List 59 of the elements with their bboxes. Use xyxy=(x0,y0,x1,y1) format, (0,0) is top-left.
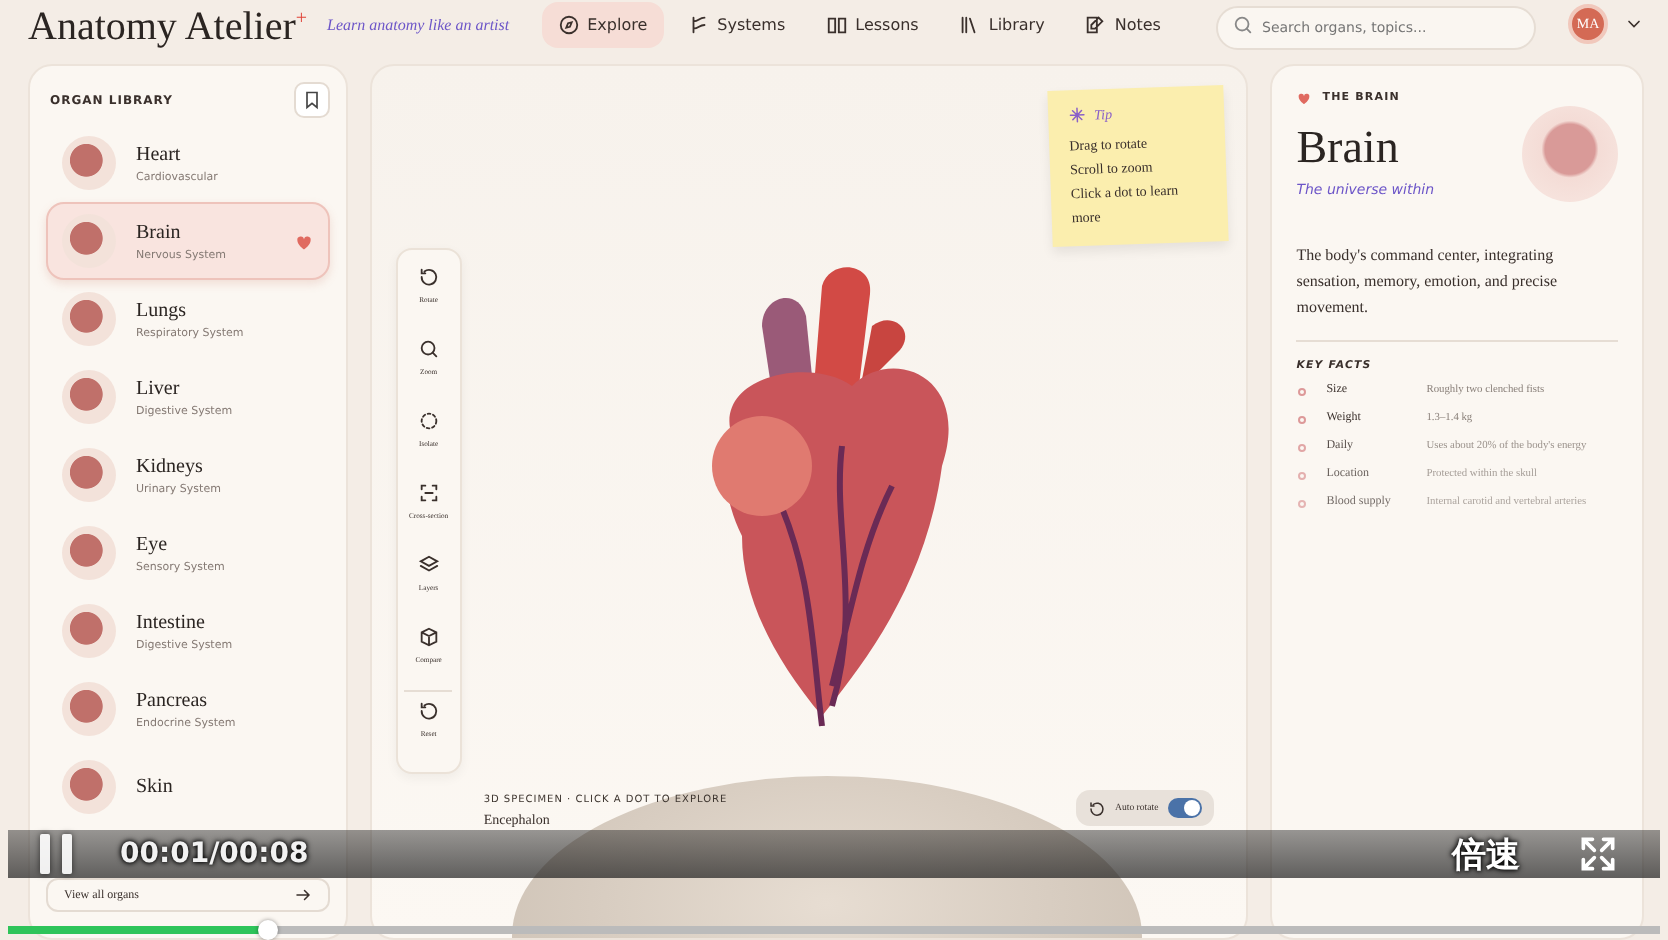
search-icon xyxy=(417,338,440,360)
search-icon xyxy=(1232,14,1254,36)
organ-name: Intestine xyxy=(136,611,207,633)
organ-thumbnail xyxy=(62,448,116,502)
nav-tab[interactable]: Explore xyxy=(541,1,664,47)
nav-tab[interactable]: Library xyxy=(942,1,1061,47)
tagline: Learn anatomy like an artist xyxy=(327,15,510,33)
rotate-icon xyxy=(417,700,440,722)
playback-time: 00:01/00:08 xyxy=(120,838,309,870)
organ-thumbnail xyxy=(62,292,116,346)
books-icon xyxy=(958,13,981,35)
organ-item[interactable]: Skin xyxy=(46,748,330,826)
bullet-icon xyxy=(1298,388,1307,396)
progress-track[interactable] xyxy=(8,920,1660,940)
toggle-switch[interactable] xyxy=(1168,798,1203,818)
rotate-icon xyxy=(417,266,440,288)
fullscreen-icon xyxy=(1576,832,1620,876)
note-icon xyxy=(1084,13,1107,35)
heart-icon xyxy=(293,231,314,251)
organ-name: Liver xyxy=(136,377,182,399)
bullet-icon xyxy=(1298,444,1307,452)
nav-tab[interactable]: Lessons xyxy=(809,1,935,47)
bookmark-icon xyxy=(301,90,322,110)
organ-name: Kidneys xyxy=(136,455,205,477)
organ-name: Pancreas xyxy=(136,689,210,711)
nav-tab[interactable]: Notes xyxy=(1068,1,1177,47)
nav-tab[interactable]: Systems xyxy=(671,1,802,47)
arrow-right-icon xyxy=(293,886,312,904)
organ-name: Lungs xyxy=(136,299,188,321)
book-icon xyxy=(825,13,848,35)
rotate-icon xyxy=(1087,799,1105,817)
organ-thumbnail xyxy=(62,604,116,658)
heart-icon xyxy=(1296,90,1313,106)
speed-button[interactable]: 倍速 xyxy=(1452,831,1520,877)
dashed-circle-icon xyxy=(417,410,440,432)
organ-name: Skin xyxy=(136,776,175,798)
bookmark-button[interactable] xyxy=(293,82,330,118)
bullet-icon xyxy=(1298,500,1307,508)
organ-description: The body's command center, integrating sensation, memory, emotion, and precise movement. xyxy=(1296,244,1560,320)
layers-icon xyxy=(417,554,440,576)
compass-icon xyxy=(557,13,580,35)
organ-thumbnail xyxy=(62,760,116,814)
organ-thumbnail xyxy=(62,370,116,424)
organ-name: Heart xyxy=(136,143,183,165)
brain-illustration xyxy=(1522,106,1618,202)
organ-thumbnail xyxy=(62,526,116,580)
bullet-icon xyxy=(1298,472,1307,480)
organ-name: Brain xyxy=(136,221,183,243)
bullet-icon xyxy=(1298,416,1307,424)
organ-thumbnail xyxy=(62,214,116,268)
cube-icon xyxy=(417,626,440,648)
frame-corners-icon xyxy=(417,482,440,504)
sparkle-icon xyxy=(1068,105,1087,125)
app-logo: Anatomy Atelier$^{+}$ xyxy=(28,3,307,52)
organ-name: Eye xyxy=(136,533,170,555)
organ-title: Brain xyxy=(1296,122,1401,174)
fullscreen-button[interactable] xyxy=(1576,832,1620,876)
organ-thumbnail xyxy=(62,682,116,736)
organ-thumbnail xyxy=(62,136,116,190)
